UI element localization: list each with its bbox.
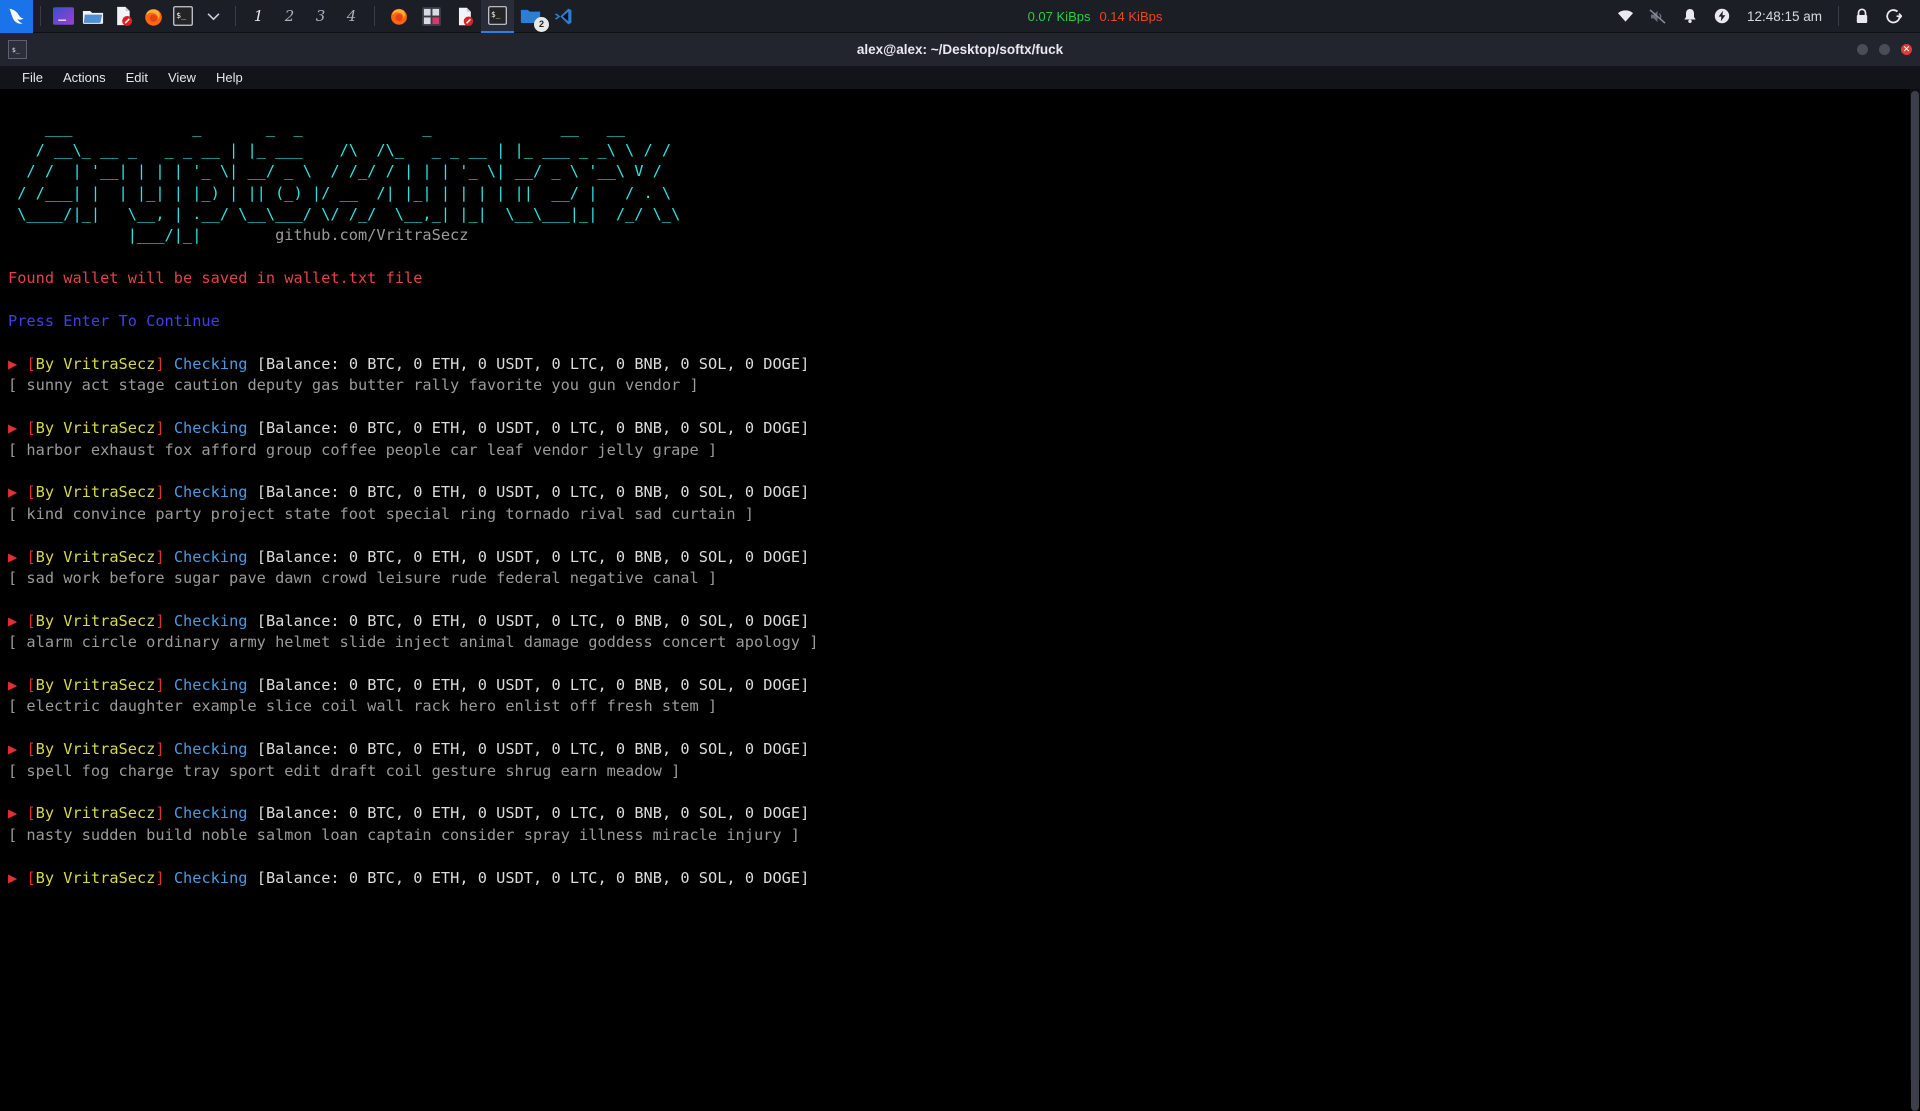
chevron-down-icon	[207, 12, 219, 20]
panel-separator-2	[235, 6, 236, 26]
network-download-rate: 0.07 KiBps	[1027, 8, 1091, 24]
workspace-button-4[interactable]: 4	[336, 0, 367, 33]
terminal-emulator-launcher[interactable]	[48, 0, 78, 33]
panel-separator-3	[374, 6, 375, 26]
window-titlebar[interactable]: $_ alex@alex: ~/Desktop/softx/fuck ✕	[0, 33, 1920, 66]
task-calculator[interactable]	[415, 0, 448, 33]
wifi-icon[interactable]	[1610, 0, 1642, 33]
panel-separator	[40, 6, 41, 26]
svg-text:$_: $_	[176, 10, 186, 20]
network-upload-rate: 0.14 KiBps	[1099, 8, 1163, 24]
file-manager-launcher[interactable]	[78, 0, 108, 33]
menu-item-view[interactable]: View	[158, 68, 206, 87]
terminal-scrollbar[interactable]	[1910, 89, 1920, 1111]
firefox-launcher[interactable]	[138, 0, 168, 33]
close-button[interactable]: ✕	[1901, 44, 1912, 55]
notification-bell-icon[interactable]	[1674, 0, 1706, 33]
terminal-launcher[interactable]: $_	[168, 0, 198, 33]
calculator-icon	[422, 6, 441, 26]
firefox-icon	[390, 8, 407, 25]
terminal-gradient-icon	[52, 7, 74, 25]
menu-item-help[interactable]: Help	[206, 68, 253, 87]
terminal-output-area[interactable]: ___ _ _ _ _ __ __ / __\_ __ _ _ _ __ | |…	[0, 89, 1920, 1080]
maximize-button[interactable]	[1879, 44, 1890, 55]
panel-separator-4	[1838, 6, 1839, 26]
menu-item-file[interactable]: File	[12, 68, 53, 87]
task-vscode[interactable]	[547, 0, 580, 33]
scrollbar-thumb[interactable]	[1911, 91, 1919, 1111]
svg-text:$_: $_	[491, 10, 501, 19]
logout-icon[interactable]	[1878, 0, 1910, 33]
volume-muted-icon[interactable]	[1642, 0, 1674, 33]
terminal-prompt-icon: $_	[173, 6, 193, 26]
network-monitor: 0.07 KiBps 0.14 KiBps	[580, 9, 1610, 24]
power-icon[interactable]	[1706, 0, 1738, 33]
folder-icon	[82, 10, 104, 24]
document-icon	[117, 6, 133, 26]
lock-icon[interactable]	[1846, 0, 1878, 33]
workspace-button-2[interactable]: 2	[274, 0, 305, 33]
firefox-icon	[144, 8, 162, 26]
task-file-manager[interactable]: 2	[514, 0, 549, 33]
task-firefox[interactable]	[382, 0, 415, 33]
top-panel: $_ 1 2 3 4 $_ 2 0.07 KiBps 0.14 KiBps 12…	[0, 0, 1920, 33]
task-terminal[interactable]: $_	[481, 0, 514, 33]
workspace-button-3[interactable]: 3	[305, 0, 336, 33]
svg-text:$_: $_	[12, 46, 20, 54]
launcher-dropdown[interactable]	[198, 0, 228, 33]
workspace-button-1[interactable]: 1	[243, 0, 274, 33]
minimize-button[interactable]	[1857, 44, 1868, 55]
clock[interactable]: 12:48:15 am	[1738, 9, 1831, 24]
terminal-window: $_ alex@alex: ~/Desktop/softx/fuck ✕ Fil…	[0, 33, 1920, 1111]
terminal-prompt-icon: $_	[488, 5, 507, 25]
window-title: alex@alex: ~/Desktop/softx/fuck	[856, 42, 1064, 57]
menu-bar: File Actions Edit View Help	[0, 66, 1920, 89]
text-editor-launcher[interactable]	[108, 0, 138, 33]
menu-item-edit[interactable]: Edit	[116, 68, 158, 87]
terminal-prompt-icon: $_	[8, 40, 27, 59]
document-icon	[458, 7, 474, 26]
menu-item-actions[interactable]: Actions	[53, 68, 116, 87]
kali-dragon-icon	[9, 8, 24, 24]
task-text-editor[interactable]	[448, 0, 481, 33]
terminal-text: ___ _ _ _ _ __ __ / __\_ __ _ _ _ __ | |…	[8, 119, 819, 887]
kali-menu-button[interactable]	[0, 0, 33, 33]
vscode-icon	[554, 8, 572, 24]
